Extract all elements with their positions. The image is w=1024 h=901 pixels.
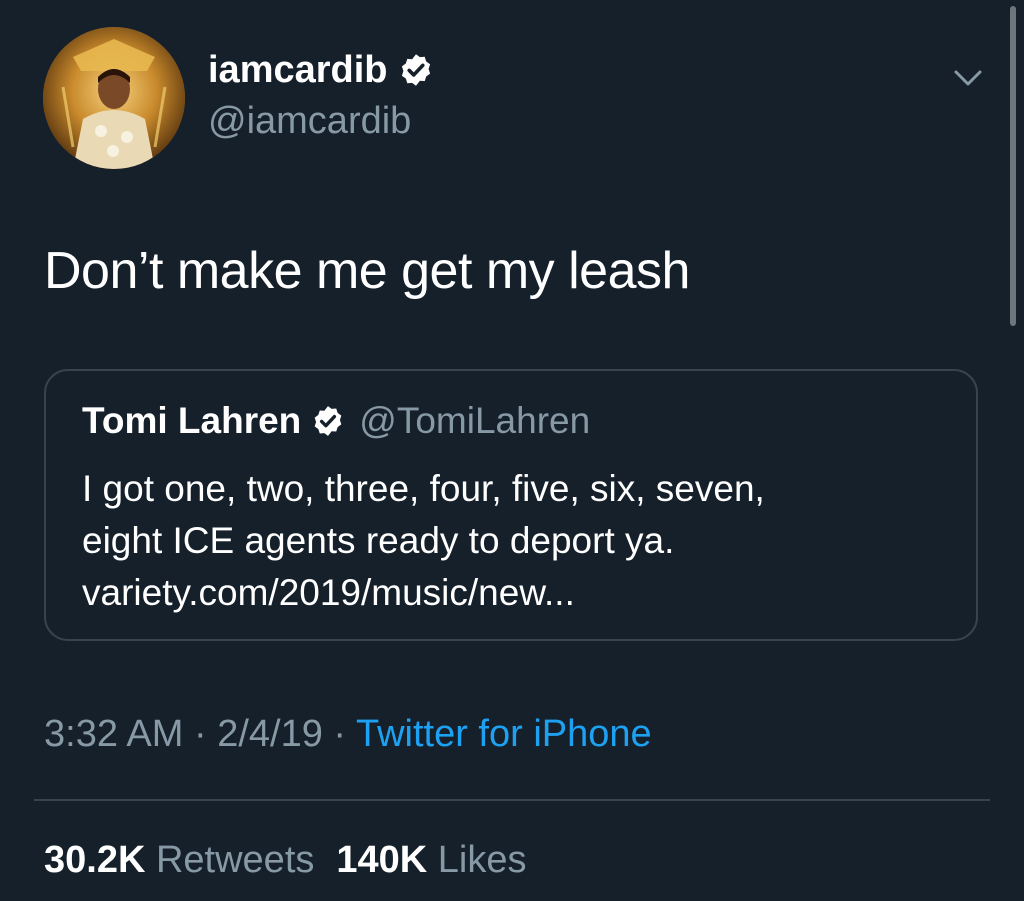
quoted-tweet-card[interactable]: Tomi Lahren @TomiLahren I got one, two, … [44,369,978,641]
tweet-text: Don’t make me get my leash [44,242,690,300]
divider [34,799,990,801]
author-name-row[interactable]: iamcardib [208,46,434,94]
meta-separator: · [322,713,356,755]
retweets-label: Retweets [155,839,315,881]
likes-count: 140K [336,839,428,881]
quoted-handle: @TomiLahren [359,400,591,441]
avatar-image [43,27,185,169]
tweet-detail: iamcardib @iamcardib Don’t make me get m… [0,0,1024,901]
retweets-stat[interactable]: 30.2K Retweets [44,839,314,881]
quoted-tweet-text: I got one, two, three, four, five, six, … [82,463,765,619]
quoted-text-line: I got one, two, three, four, five, six, … [82,468,765,509]
verified-badge-icon [401,54,430,86]
quoted-display-name: Tomi Lahren [82,400,302,441]
author-display-name[interactable]: iamcardib [208,46,388,94]
quoted-tweet-header: Tomi Lahren @TomiLahren [82,397,590,445]
quoted-link[interactable]: variety.com/2019/music/new... [82,567,765,619]
scrollbar[interactable] [1010,6,1016,326]
author-avatar[interactable] [43,27,185,169]
likes-label: Likes [437,839,527,881]
quoted-text-line: eight ICE agents ready to deport ya. [82,520,675,561]
chevron-down-icon[interactable] [948,58,988,98]
tweet-source-link[interactable]: Twitter for iPhone [356,713,652,755]
tweet-date: 2/4/19 [217,713,323,755]
likes-stat[interactable]: 140K Likes [336,839,526,881]
retweets-count: 30.2K [44,839,146,881]
tweet-meta: 3:32 AM · 2/4/19 · Twitter for iPhone [44,710,652,758]
tweet-stats: 30.2K Retweets 140K Likes [44,836,527,884]
meta-separator: · [183,713,218,755]
tweet-time: 3:32 AM [44,713,184,755]
author-handle[interactable]: @iamcardib [208,97,411,145]
verified-badge-icon [314,406,342,436]
